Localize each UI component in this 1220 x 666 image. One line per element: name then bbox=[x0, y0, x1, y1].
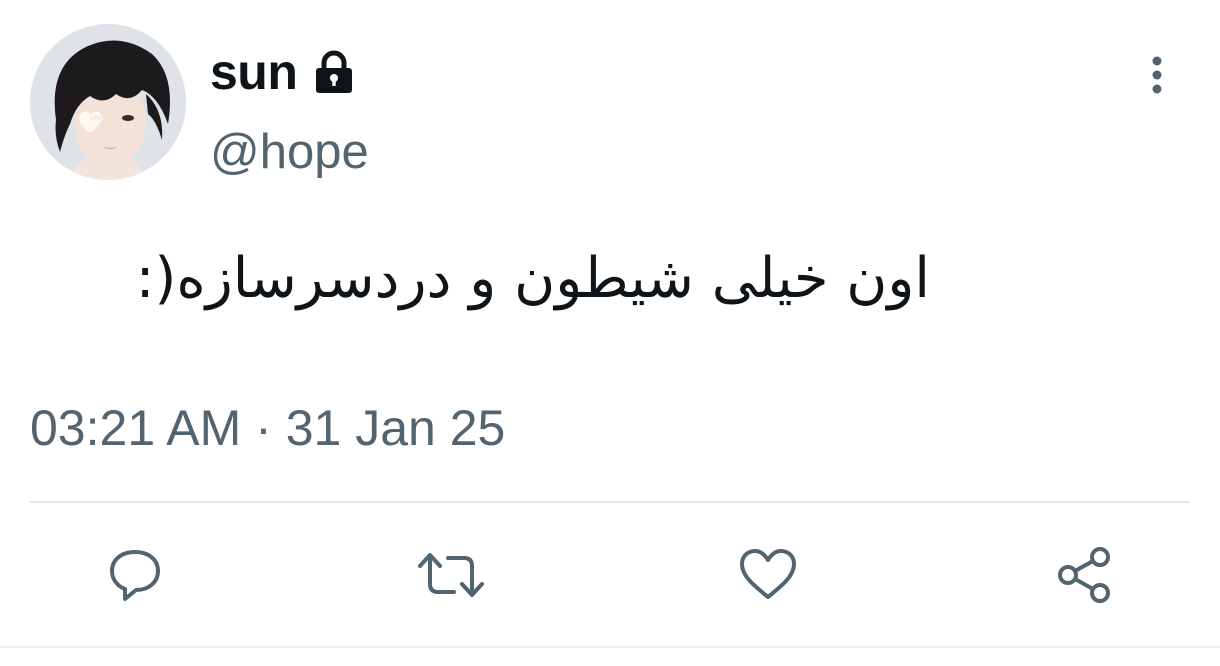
tweet-text: اون خیلی شیطون و دردسرسازه(: bbox=[135, 246, 930, 311]
timestamp-separator: · bbox=[255, 400, 272, 456]
bottom-divider bbox=[0, 646, 1220, 648]
avatar[interactable] bbox=[30, 24, 186, 180]
reply-icon bbox=[110, 550, 160, 601]
avatar-image bbox=[30, 24, 186, 180]
divider bbox=[30, 501, 1190, 503]
name-row: sun bbox=[210, 40, 357, 104]
tweet-date: 31 Jan 25 bbox=[285, 400, 506, 456]
tweet-time: 03:21 AM bbox=[30, 400, 242, 456]
retweet-button[interactable] bbox=[416, 535, 486, 615]
tweet-timestamp[interactable]: 03:21 AM · 31 Jan 25 bbox=[30, 403, 505, 453]
lock-icon bbox=[311, 49, 357, 95]
reply-button[interactable] bbox=[100, 535, 170, 615]
share-button[interactable] bbox=[1049, 535, 1119, 615]
more-options-button[interactable] bbox=[1140, 50, 1174, 100]
display-name[interactable]: sun bbox=[210, 47, 298, 97]
action-bar bbox=[0, 535, 1220, 615]
tweet-card: sun @hope اون خیلی شیطون و دردسرسازه(: 0… bbox=[0, 0, 1220, 666]
share-icon bbox=[1058, 547, 1110, 603]
more-vertical-icon bbox=[1152, 56, 1162, 94]
retweet-icon bbox=[418, 553, 484, 597]
like-button[interactable] bbox=[733, 535, 803, 615]
heart-icon bbox=[740, 549, 796, 599]
user-handle[interactable]: @hope bbox=[210, 128, 369, 177]
